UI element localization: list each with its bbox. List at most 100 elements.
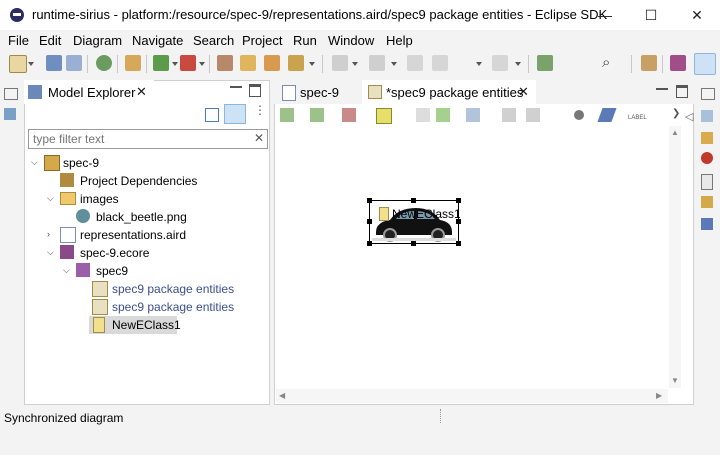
- outline-icon[interactable]: [701, 218, 713, 230]
- last-edit-location-icon[interactable]: [407, 55, 423, 71]
- minimize-button[interactable]: —: [582, 0, 628, 30]
- tree-item-diagram[interactable]: spec9 package entities: [26, 298, 266, 316]
- pin-icon[interactable]: [436, 108, 450, 122]
- forward-dropdown-icon[interactable]: [515, 62, 521, 66]
- tool-dropdown-icon[interactable]: [309, 62, 315, 66]
- tool-icon[interactable]: [288, 55, 304, 71]
- menu-file[interactable]: File: [8, 33, 29, 48]
- forward-icon[interactable]: [492, 55, 508, 71]
- maximize-button[interactable]: ☐: [628, 0, 674, 30]
- tree-item-spec9-package[interactable]: ⌵ spec9: [26, 262, 266, 280]
- menu-window[interactable]: Window: [328, 33, 374, 48]
- selection-handle[interactable]: [456, 241, 461, 246]
- next-annotation-icon[interactable]: [332, 55, 348, 71]
- open-resource-icon[interactable]: [264, 55, 280, 71]
- back-dropdown-icon[interactable]: [476, 62, 482, 66]
- pin-editor-icon[interactable]: [537, 55, 553, 71]
- expand-icon[interactable]: ⌵: [47, 248, 55, 257]
- restore-icon[interactable]: [701, 88, 715, 100]
- link-with-editor-toggle[interactable]: [224, 104, 246, 124]
- bookmarks-icon[interactable]: [701, 196, 713, 208]
- run-icon[interactable]: [180, 55, 196, 71]
- menu-diagram[interactable]: Diagram: [73, 33, 122, 48]
- horizontal-scrollbar[interactable]: ◀ ▶: [276, 389, 668, 403]
- router-icon[interactable]: [466, 108, 480, 122]
- arrange-selection-icon[interactable]: [310, 108, 324, 122]
- web-browser-icon[interactable]: [96, 55, 112, 71]
- scroll-down-icon[interactable]: ▼: [671, 376, 679, 385]
- maximize-editor-icon[interactable]: [676, 85, 688, 98]
- scroll-up-icon[interactable]: ▲: [671, 128, 679, 137]
- selection-handle[interactable]: [367, 198, 372, 203]
- outline-view-icon[interactable]: [4, 108, 16, 120]
- collapse-palette-icon[interactable]: ◁: [685, 110, 693, 123]
- clear-filter-icon[interactable]: ✕: [254, 131, 264, 145]
- validate-icon[interactable]: [125, 55, 141, 71]
- paste-format-icon[interactable]: [526, 108, 540, 122]
- tasks-icon[interactable]: [701, 132, 713, 144]
- tree-item-project-dependencies[interactable]: Project Dependencies: [26, 172, 266, 190]
- open-perspective-icon[interactable]: [641, 55, 657, 71]
- menu-run[interactable]: Run: [293, 33, 317, 48]
- menu-navigate[interactable]: Navigate: [132, 33, 183, 48]
- menu-search[interactable]: Search: [193, 33, 234, 48]
- tree-item-spec-9[interactable]: ⌵ spec-9: [26, 154, 266, 172]
- debug-dropdown-icon[interactable]: [172, 62, 178, 66]
- tree-item-representations[interactable]: › representations.aird: [26, 226, 266, 244]
- minimize-editor-icon[interactable]: [656, 88, 668, 90]
- scroll-left-icon[interactable]: ◀: [279, 391, 285, 400]
- label-icon[interactable]: LABEL: [628, 106, 647, 124]
- modeling-perspective-icon[interactable]: [670, 55, 686, 71]
- tree-item-neweclass1[interactable]: NewEClass1: [89, 316, 181, 334]
- menu-help[interactable]: Help: [386, 33, 413, 48]
- restore-icon[interactable]: [4, 88, 18, 100]
- previous-annotation-dropdown-icon[interactable]: [391, 62, 397, 66]
- distribute-icon[interactable]: [342, 108, 356, 122]
- open-folder-icon[interactable]: [240, 55, 256, 71]
- scroll-right-icon[interactable]: ▶: [656, 391, 662, 400]
- selection-handle[interactable]: [411, 198, 416, 203]
- toolbar-overflow-icon[interactable]: ❯: [672, 108, 680, 119]
- new-dropdown-icon[interactable]: [28, 62, 34, 66]
- close-tab-icon[interactable]: ✕: [136, 84, 147, 100]
- previous-annotation-icon[interactable]: [369, 55, 385, 71]
- back-icon[interactable]: [432, 55, 448, 71]
- arrange-all-icon[interactable]: [280, 108, 294, 122]
- tree-item-images[interactable]: ⌵ images: [26, 190, 266, 208]
- next-annotation-dropdown-icon[interactable]: [352, 62, 358, 66]
- collapse-icon[interactable]: ›: [47, 230, 55, 239]
- collapse-all-icon[interactable]: [205, 108, 219, 122]
- menu-edit[interactable]: Edit: [39, 33, 61, 48]
- debug-icon[interactable]: [153, 55, 169, 71]
- diagram-canvas[interactable]: [276, 126, 668, 388]
- hide-label-icon[interactable]: [597, 108, 617, 122]
- hide-icon[interactable]: [416, 108, 430, 122]
- tab-spec-9[interactable]: spec-9: [278, 80, 362, 104]
- vertical-scrollbar[interactable]: ▲ ▼: [669, 126, 681, 388]
- error-log-icon[interactable]: [701, 152, 713, 164]
- tab-model-explorer[interactable]: Model Explorer ✕: [24, 80, 154, 104]
- new-icon[interactable]: [9, 55, 27, 73]
- filter-icon[interactable]: [574, 110, 584, 120]
- expand-icon[interactable]: ⌵: [63, 266, 71, 275]
- minimize-view-icon[interactable]: [230, 86, 242, 88]
- open-type-icon[interactable]: [217, 55, 233, 71]
- tab-spec9-package-entities[interactable]: *spec9 package entities ✕: [362, 80, 536, 104]
- save-all-icon[interactable]: [66, 55, 82, 71]
- expand-icon[interactable]: ⌵: [31, 158, 39, 167]
- menu-project[interactable]: Project: [242, 33, 282, 48]
- save-icon[interactable]: [46, 55, 62, 71]
- search-icon[interactable]: ⌕: [602, 55, 618, 71]
- layer-icon[interactable]: [376, 108, 392, 124]
- properties-icon[interactable]: [701, 110, 713, 122]
- selection-handle[interactable]: [456, 198, 461, 203]
- copy-format-icon[interactable]: [502, 108, 516, 122]
- document-icon[interactable]: [701, 174, 713, 190]
- tree-item-black-beetle[interactable]: black_beetle.png: [26, 208, 266, 226]
- maximize-view-icon[interactable]: [249, 84, 261, 97]
- close-button[interactable]: ✕: [674, 0, 720, 30]
- close-tab-icon[interactable]: ✕: [518, 84, 529, 100]
- run-dropdown-icon[interactable]: [199, 62, 205, 66]
- view-menu-icon[interactable]: ⋮: [254, 104, 266, 122]
- tree-item-diagram[interactable]: spec9 package entities: [26, 280, 266, 298]
